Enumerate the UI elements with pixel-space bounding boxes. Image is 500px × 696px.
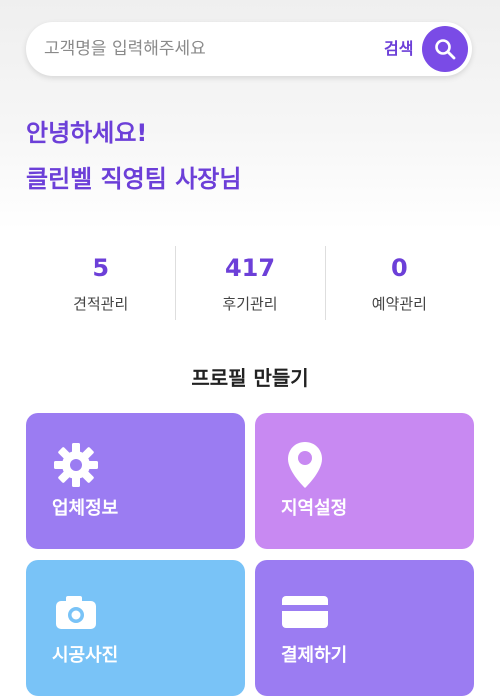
card-work-photos[interactable]: 시공사진 <box>26 560 245 696</box>
card-company-info[interactable]: 업체정보 <box>26 413 245 549</box>
card-payment[interactable]: 결제하기 <box>255 560 474 696</box>
stat-reservations[interactable]: 0 예약관리 <box>324 246 474 320</box>
camera-icon <box>52 588 100 636</box>
stat-label: 예약관리 <box>371 295 427 313</box>
search-bar: 검색 <box>26 22 472 76</box>
card-region-settings[interactable]: 지역설정 <box>255 413 474 549</box>
search-text-button[interactable]: 검색 <box>384 38 413 60</box>
section-title: 프로필 만들기 <box>191 366 309 390</box>
credit-card-icon <box>281 588 329 636</box>
search-button[interactable] <box>422 26 468 72</box>
card-label: 시공사진 <box>52 645 119 666</box>
stat-label: 후기관리 <box>222 295 278 313</box>
card-label: 지역설정 <box>281 498 348 519</box>
card-label: 업체정보 <box>52 498 119 519</box>
stat-reviews[interactable]: 417 후기관리 <box>175 246 324 320</box>
greeting-owner-name: 클린벨 직영팀 사장님 <box>26 165 242 193</box>
gear-icon <box>52 441 100 489</box>
stat-value: 5 <box>92 254 110 282</box>
map-pin-icon <box>281 441 329 489</box>
greeting-title: 안녕하세요! <box>26 119 148 147</box>
search-icon <box>435 39 456 60</box>
stat-value: 0 <box>390 254 408 282</box>
search-input[interactable] <box>44 22 384 76</box>
stat-label: 견적관리 <box>73 295 129 313</box>
stats-summary: 5 견적관리 417 후기관리 0 예약관리 <box>26 246 474 320</box>
card-label: 결제하기 <box>281 645 348 666</box>
stat-value: 417 <box>224 254 276 282</box>
stat-quotes[interactable]: 5 견적관리 <box>26 246 175 320</box>
